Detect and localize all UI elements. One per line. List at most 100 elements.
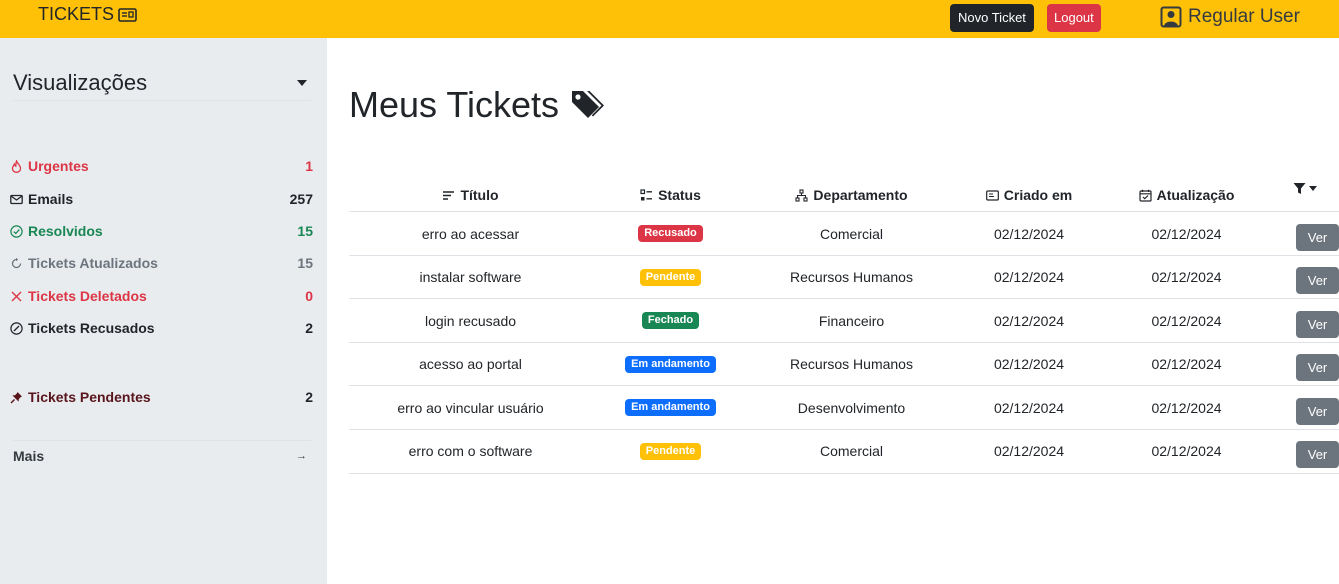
sidebar-item-atualizados[interactable]: Tickets Atualizados 15 xyxy=(9,253,313,273)
view-ticket-button[interactable]: Ver xyxy=(1296,354,1339,382)
cell-title: erro ao acessar xyxy=(349,212,592,255)
sidebar-item-label: Tickets Recusados xyxy=(28,320,155,336)
ticket-title: login recusado xyxy=(424,312,517,329)
count-badge: 257 xyxy=(289,191,313,207)
table-row: erro ao acessar Recusado Comercial 02/12/20… xyxy=(349,212,1339,256)
refresh-icon xyxy=(9,256,24,271)
ticket-department: Recursos Humanos xyxy=(790,356,913,373)
ticket-updated: 02/12/2024 xyxy=(1151,312,1222,329)
count-badge: 1 xyxy=(305,158,313,174)
ticket-created: 02/12/2024 xyxy=(993,312,1065,329)
views-dropdown[interactable]: Visualizações xyxy=(13,70,311,101)
text-left-icon xyxy=(443,190,455,200)
more-label: Mais xyxy=(13,448,45,464)
column-criado-em[interactable]: Criado em xyxy=(954,178,1104,212)
ticket-department: Financeiro xyxy=(818,312,885,329)
status-badge: Em andamento xyxy=(625,355,716,373)
logout-button[interactable]: Logout xyxy=(1047,4,1101,32)
cell-created: 02/12/2024 xyxy=(954,212,1104,255)
new-ticket-button[interactable]: Novo Ticket xyxy=(950,4,1034,32)
id-card-icon xyxy=(985,189,999,201)
column-titulo[interactable]: Título xyxy=(349,178,592,212)
user-name: Regular User xyxy=(1188,6,1300,27)
column-departamento[interactable]: Departamento xyxy=(749,178,954,212)
filter-icon xyxy=(1293,183,1306,194)
pin-icon xyxy=(9,390,24,405)
column-status[interactable]: Status xyxy=(592,178,749,212)
table-row: erro com o software Pendente Comercial 02/1… xyxy=(349,430,1339,474)
cell-updated: 02/12/2024 xyxy=(1104,256,1269,299)
brand[interactable]: TICKETS xyxy=(38,4,137,25)
cell-created: 02/12/2024 xyxy=(954,386,1104,429)
cell-title: erro ao vincular usuário xyxy=(349,386,592,429)
table-header: Título Status Departamento Criado em Atu… xyxy=(349,178,1339,212)
cell-title: instalar software xyxy=(349,256,592,299)
cell-created: 02/12/2024 xyxy=(954,343,1104,386)
diagram-icon xyxy=(795,188,808,202)
view-ticket-button[interactable]: Ver xyxy=(1296,267,1339,295)
cell-title: acesso ao portal xyxy=(349,343,592,386)
ticket-department: Recursos Humanos xyxy=(790,269,913,286)
column-label: Status xyxy=(658,187,701,203)
column-label: Título xyxy=(460,187,499,203)
cell-action: Ver xyxy=(1269,212,1339,255)
ticket-created: 02/12/2024 xyxy=(993,399,1065,416)
status-badge: Pendente xyxy=(639,268,702,286)
sidebar-item-emails[interactable]: Emails 257 xyxy=(9,189,313,209)
ticket-department: Comercial xyxy=(819,225,883,242)
chevron-down-icon xyxy=(1309,186,1317,191)
table-row: login recusado Fechado Financeiro 02/12/202… xyxy=(349,299,1339,343)
sidebar-item-recusados[interactable]: Tickets Recusados 2 xyxy=(9,318,313,338)
column-label: Criado em xyxy=(1003,187,1073,203)
view-ticket-button[interactable]: Ver xyxy=(1296,397,1339,425)
ticket-updated: 02/12/2024 xyxy=(1151,443,1222,460)
ticket-created: 02/12/2024 xyxy=(993,269,1065,286)
cell-department: Comercial xyxy=(749,212,954,255)
view-ticket-button[interactable]: Ver xyxy=(1296,310,1339,338)
sidebar-item-urgentes[interactable]: Urgentes 1 xyxy=(9,156,313,176)
sidebar-divider xyxy=(13,440,311,441)
cell-created: 02/12/2024 xyxy=(954,430,1104,473)
cell-title: login recusado xyxy=(349,299,592,342)
filter-dropdown[interactable] xyxy=(1293,182,1317,195)
ticket-title: erro ao vincular usuário xyxy=(397,399,544,416)
sidebar-item-label: Resolvidos xyxy=(28,223,103,239)
table-row: acesso ao portal Em andamento Recursos Hum… xyxy=(349,343,1339,387)
cell-created: 02/12/2024 xyxy=(954,256,1104,299)
cell-status: Fechado xyxy=(592,299,749,342)
ticket-updated: 02/12/2024 xyxy=(1151,356,1222,373)
sidebar-item-resolvidos[interactable]: Resolvidos 15 xyxy=(9,221,313,241)
status-badge: Recusado xyxy=(638,225,703,242)
cell-status: Em andamento xyxy=(592,386,749,429)
cell-action: Ver xyxy=(1269,430,1339,473)
ticket-title: erro ao acessar xyxy=(421,225,520,242)
sidebar-item-label: Emails xyxy=(28,191,74,207)
table-body: erro ao acessar Recusado Comercial 02/12/20… xyxy=(349,212,1339,474)
ticket-title: acesso ao portal xyxy=(419,356,522,373)
sidebar-item-label: Urgentes xyxy=(28,158,89,174)
cell-title: erro com o software xyxy=(349,430,592,473)
more-link[interactable]: Mais → xyxy=(13,446,307,466)
page-title: Meus Tickets xyxy=(349,84,605,126)
cell-updated: 02/12/2024 xyxy=(1104,343,1269,386)
view-ticket-button[interactable]: Ver xyxy=(1296,223,1339,251)
cell-updated: 02/12/2024 xyxy=(1104,299,1269,342)
cell-action: Ver xyxy=(1269,343,1339,386)
ticket-updated: 02/12/2024 xyxy=(1151,225,1222,242)
cell-created: 02/12/2024 xyxy=(954,299,1104,342)
column-atualizacao[interactable]: Atualização xyxy=(1104,178,1269,212)
chevron-down-icon xyxy=(297,80,307,86)
ticket-updated: 02/12/2024 xyxy=(1151,399,1222,416)
view-ticket-button[interactable]: Ver xyxy=(1296,441,1339,469)
count-badge: 2 xyxy=(305,389,313,405)
tickets-table: Título Status Departamento Criado em Atu… xyxy=(349,178,1339,474)
sidebar-item-pendentes[interactable]: Tickets Pendentes 2 xyxy=(9,387,313,407)
sidebar-item-label: Tickets Deletados xyxy=(28,288,147,304)
count-badge: 15 xyxy=(297,223,313,239)
cell-updated: 02/12/2024 xyxy=(1104,430,1269,473)
sidebar-item-deletados[interactable]: Tickets Deletados 0 xyxy=(9,286,313,306)
user-menu[interactable]: Regular User xyxy=(1160,6,1300,28)
ticket-updated: 02/12/2024 xyxy=(1151,269,1222,286)
cell-updated: 02/12/2024 xyxy=(1104,386,1269,429)
cell-action: Ver xyxy=(1269,256,1339,299)
